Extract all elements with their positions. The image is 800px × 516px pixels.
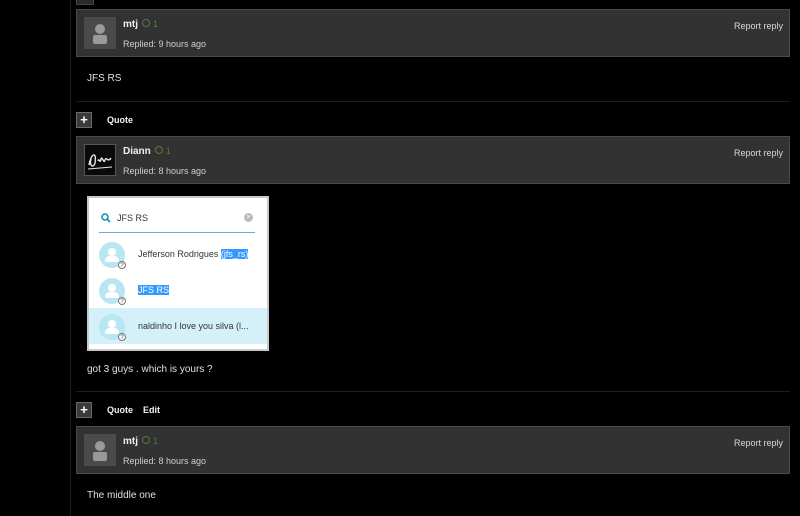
reply-timestamp: Replied: 8 hours ago: [123, 166, 207, 176]
edit-button[interactable]: Edit: [143, 405, 160, 415]
embedded-result-handle: (jfs_rs): [220, 249, 249, 259]
previous-action-button-edge[interactable]: [76, 0, 94, 5]
user-icon: [84, 17, 116, 49]
reputation-icon: [142, 19, 150, 27]
post-body: The middle one: [87, 490, 156, 501]
post-header: mtj 1 Replied: 8 hours ago Report reply: [76, 426, 790, 474]
report-reply-link[interactable]: Report reply: [734, 21, 783, 31]
user-icon: ?: [99, 278, 126, 305]
search-icon: [101, 213, 111, 223]
plus-icon[interactable]: +: [76, 112, 92, 128]
embedded-result-name: JFS RS: [138, 285, 170, 295]
reply-timestamp: Replied: 9 hours ago: [123, 39, 207, 49]
embedded-result-name: Jefferson Rodrigues (jfs_rs): [138, 249, 249, 259]
embedded-result: ? JFS RS: [89, 272, 267, 308]
username[interactable]: Diann 1: [123, 146, 171, 157]
post-header: mtj 1 Replied: 9 hours ago Report reply: [76, 9, 790, 57]
embedded-result: ? Jefferson Rodrigues (jfs_rs): [89, 236, 267, 272]
reputation-badge: 1: [142, 19, 158, 29]
username[interactable]: mtj 1: [123, 436, 158, 447]
quote-button[interactable]: Quote: [107, 115, 133, 125]
report-reply-link[interactable]: Report reply: [734, 438, 783, 448]
clear-icon: ×: [244, 213, 253, 222]
quote-button[interactable]: Quote: [107, 405, 133, 415]
post-body: got 3 guys . which is yours ?: [87, 364, 213, 375]
reputation-icon: [154, 146, 163, 154]
reputation-badge: 1: [154, 146, 171, 156]
user-avatar[interactable]: [84, 17, 116, 49]
user-icon: [84, 434, 116, 466]
signature-avatar-icon: [85, 145, 115, 175]
embedded-result: ? naldinho I love you silva (l...: [89, 308, 267, 344]
embedded-search-query: JFS RS: [117, 213, 149, 223]
post-divider: [76, 101, 790, 102]
reputation-badge: 1: [142, 436, 158, 446]
embedded-result-name: naldinho I love you silva (l...: [138, 321, 249, 331]
post-divider: [76, 391, 790, 392]
page-left-border: [70, 0, 71, 516]
reputation-icon: [142, 436, 150, 444]
report-reply-link[interactable]: Report reply: [734, 148, 783, 158]
user-icon: ?: [99, 242, 126, 269]
embedded-search-screenshot: JFS RS × ? Jefferson Rodrigues (jfs_rs) …: [87, 196, 269, 351]
reply-timestamp: Replied: 8 hours ago: [123, 456, 207, 466]
post-body: JFS RS: [87, 73, 122, 84]
user-icon: ?: [99, 314, 126, 341]
user-avatar[interactable]: [84, 434, 116, 466]
username[interactable]: mtj 1: [123, 19, 158, 30]
embedded-search-bar: JFS RS ×: [99, 208, 255, 233]
post-header: Diann 1 Replied: 8 hours ago Report reply: [76, 136, 790, 184]
user-avatar[interactable]: [84, 144, 116, 176]
plus-icon[interactable]: +: [76, 402, 92, 418]
